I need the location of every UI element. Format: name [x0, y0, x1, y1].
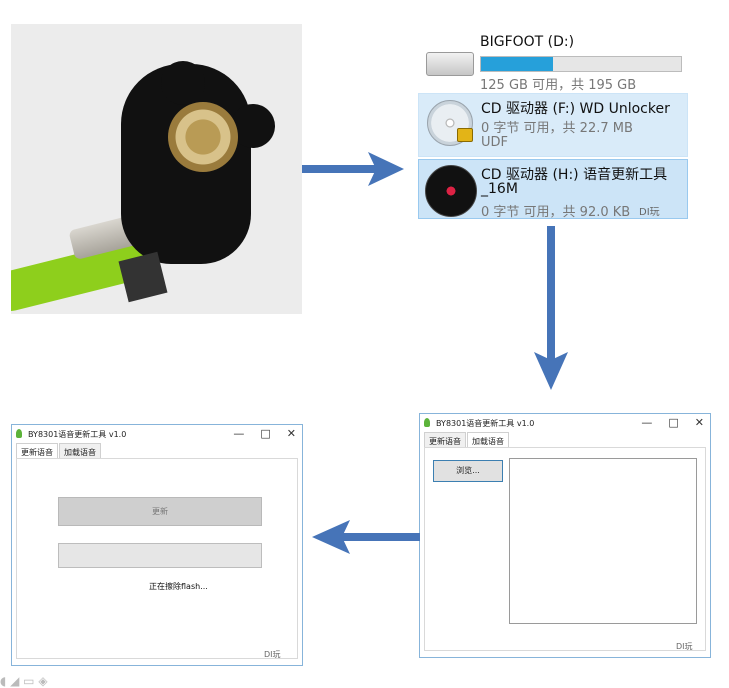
- hdd-icon: [426, 52, 474, 76]
- device-photo: [11, 24, 302, 314]
- watermark-right: DI玩: [676, 642, 693, 651]
- arrow-left: [312, 520, 420, 554]
- drive-d-title: BIGFOOT (D:): [480, 34, 575, 50]
- maximize-button[interactable]: □: [668, 416, 678, 429]
- tab-panel: 浏览...: [424, 447, 706, 651]
- window-title: BY8301语音更新工具 v1.0: [28, 430, 127, 439]
- progress-bar: [58, 543, 262, 568]
- arrow-right-1: [302, 152, 404, 186]
- drive-f-info: 0 字节 可用，共 22.7 MB: [481, 121, 633, 136]
- window-load-voice: BY8301语音更新工具 v1.0 — □ ✕ 更新语音 加载语音 浏览... …: [419, 413, 711, 658]
- minimize-button[interactable]: —: [641, 416, 652, 429]
- drive-f[interactable]: CD 驱动器 (F:) WD Unlocker 0 字节 可用，共 22.7 M…: [418, 93, 688, 157]
- close-button[interactable]: ✕: [287, 427, 296, 440]
- watermark-left: DI玩: [264, 650, 281, 659]
- drive-h-info: 0 字节 可用，共 92.0 KB: [481, 205, 631, 220]
- cropped-toolbar-icons: ◖ ◢ ▭ ◈: [0, 674, 48, 688]
- minimize-button[interactable]: —: [233, 427, 244, 440]
- tab-load-voice[interactable]: 加载语音: [59, 443, 101, 459]
- file-list[interactable]: [509, 458, 697, 624]
- close-button[interactable]: ✕: [695, 416, 704, 429]
- drive-h-title-line2: _16M: [481, 181, 518, 197]
- app-icon: [16, 429, 22, 438]
- arrow-down: [534, 226, 568, 390]
- drive-d-usage-bar: [480, 56, 682, 72]
- pcb-ear-left: [161, 61, 205, 105]
- drive-f-title: CD 驱动器 (F:) WD Unlocker: [481, 101, 670, 117]
- titlebar: BY8301语音更新工具 v1.0 — □ ✕: [420, 414, 710, 432]
- tab-load-voice[interactable]: 加载语音: [467, 432, 509, 448]
- browse-button[interactable]: 浏览...: [433, 460, 503, 482]
- vinyl-icon: [425, 165, 477, 217]
- window-title: BY8301语音更新工具 v1.0: [436, 419, 535, 428]
- drive-f-fs: UDF: [481, 135, 509, 150]
- update-button[interactable]: 更新: [58, 497, 262, 526]
- drive-d-info: 125 GB 可用，共 195 GB: [480, 78, 637, 93]
- window-update-voice: BY8301语音更新工具 v1.0 — □ ✕ 更新语音 加载语音 更新 正在擦…: [11, 424, 303, 666]
- watermark: DI玩: [639, 207, 660, 218]
- tab-update-voice[interactable]: 更新语音: [424, 432, 466, 448]
- tab-panel: 更新 正在擦除flash...: [16, 458, 298, 659]
- app-icon: [424, 418, 430, 427]
- speaker: [168, 102, 238, 172]
- drive-h[interactable]: CD 驱动器 (H:) 语音更新工具 _16M 0 字节 可用，共 92.0 K…: [418, 159, 688, 220]
- drive-d[interactable]: BIGFOOT (D:) 125 GB 可用，共 195 GB: [418, 28, 686, 93]
- status-text: 正在擦除flash...: [149, 582, 208, 591]
- maximize-button[interactable]: □: [260, 427, 270, 440]
- tab-update-voice[interactable]: 更新语音: [16, 443, 58, 459]
- lock-icon: [457, 128, 473, 142]
- titlebar: BY8301语音更新工具 v1.0 — □ ✕: [12, 425, 302, 443]
